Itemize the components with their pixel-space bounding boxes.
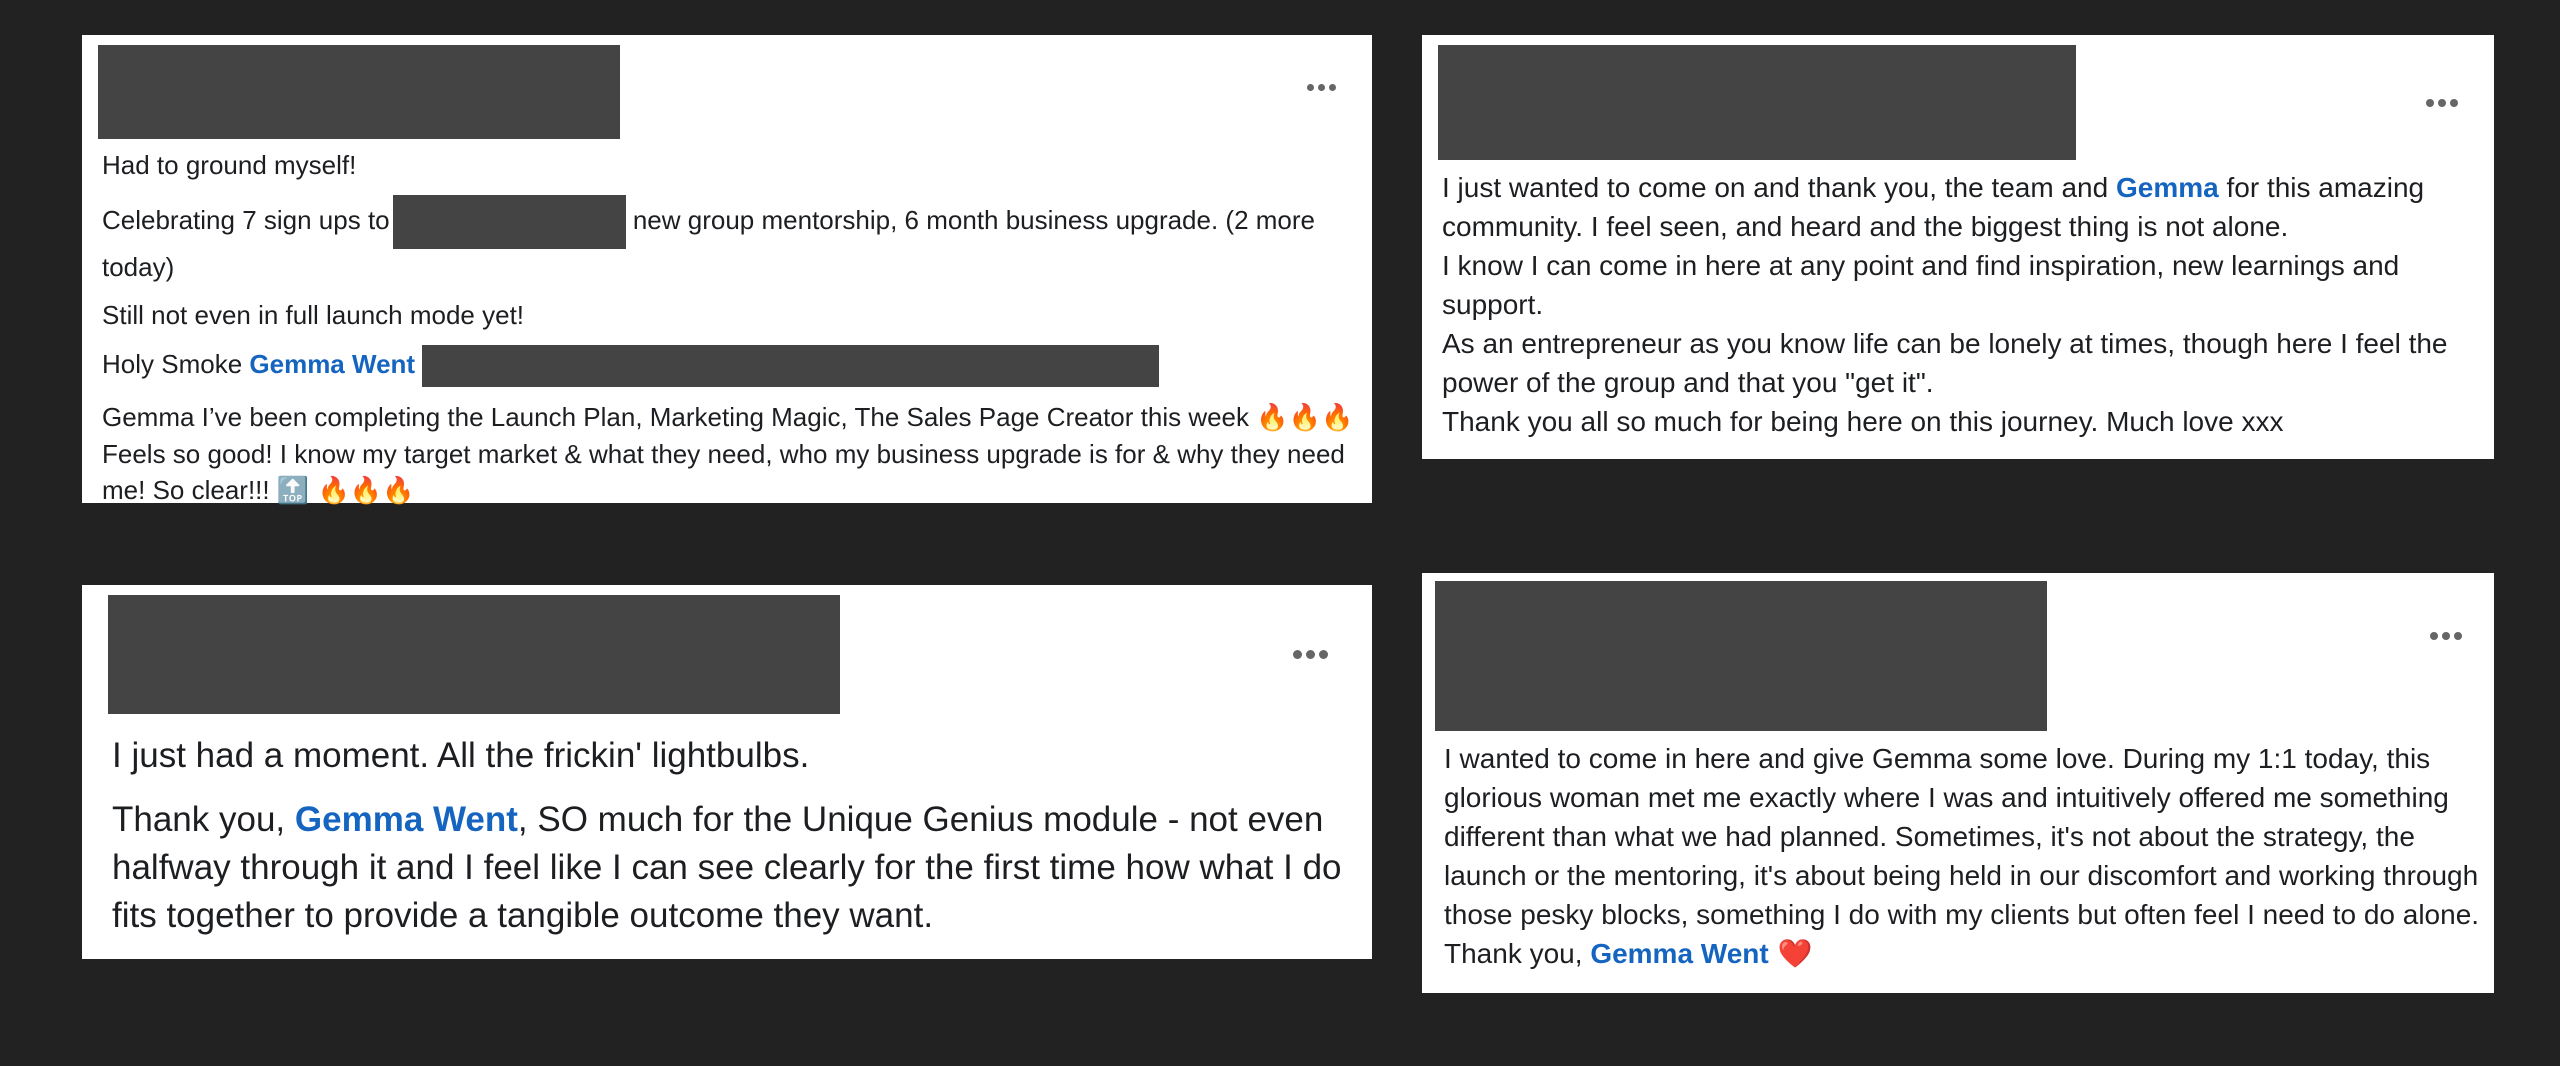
more-options-icon[interactable] xyxy=(2426,99,2458,107)
post-paragraph: As an entrepreneur as you know life can … xyxy=(1442,328,2448,398)
post-paragraph: Gemma I’ve been completing the Launch Pl… xyxy=(102,399,1362,509)
post-paragraph: I wanted to come in here and give Gemma … xyxy=(1444,739,2484,973)
post-paragraph: Thank you, Gemma Went, SO much for the U… xyxy=(112,796,1362,940)
mention-link[interactable]: Gemma Went xyxy=(1590,938,1768,969)
post-card-3: I just had a moment. All the frickin' li… xyxy=(82,585,1372,959)
post-paragraph: Thank you all so much for being here on … xyxy=(1442,406,2284,437)
post-paragraph: I just had a moment. All the frickin' li… xyxy=(112,736,810,775)
redacted-author-header xyxy=(1438,45,2076,160)
post-body: I just had a moment. All the frickin' li… xyxy=(112,732,1362,956)
post-card-1: Had to ground myself! Celebrating 7 sign… xyxy=(82,35,1372,506)
redacted-author-header xyxy=(98,45,620,139)
post-paragraph: Holy Smoke Gemma Went xyxy=(102,345,1362,387)
more-options-icon[interactable] xyxy=(1293,650,1328,659)
post-paragraph: Celebrating 7 sign ups to new group ment… xyxy=(102,195,1362,285)
post-paragraph: I know I can come in here at any point a… xyxy=(1442,250,2400,320)
mention-link[interactable]: Gemma Went xyxy=(295,800,518,839)
post-paragraph: Had to ground myself! xyxy=(102,150,357,180)
mention-link[interactable]: Gemma xyxy=(2116,172,2219,203)
post-text: Thank you, xyxy=(112,800,295,839)
post-paragraph: I just wanted to come on and thank you, … xyxy=(1442,168,2487,246)
post-card-4: I wanted to come in here and give Gemma … xyxy=(1422,573,2494,993)
mention-link[interactable]: Gemma Went xyxy=(249,349,415,379)
post-text: Holy Smoke xyxy=(102,348,250,379)
post-text: I just wanted to come on and thank you, … xyxy=(1442,172,2116,203)
post-text: Celebrating 7 sign ups to xyxy=(102,204,390,235)
more-options-icon[interactable] xyxy=(1307,84,1336,91)
top-fire-emoji: 🔝 🔥🔥🔥 xyxy=(276,476,415,506)
redacted-author-header xyxy=(108,595,840,714)
post-body: Had to ground myself! Celebrating 7 sign… xyxy=(102,147,1362,521)
redacted-author-header xyxy=(1435,581,2047,731)
post-paragraph: Still not even in full launch mode yet! xyxy=(102,300,525,330)
fire-emoji: 🔥🔥🔥 xyxy=(1256,403,1354,433)
post-body: I wanted to come in here and give Gemma … xyxy=(1444,739,2484,973)
heart-emoji: ❤️ xyxy=(1768,937,1813,970)
redacted-text xyxy=(422,345,1160,387)
post-text: Gemma I’ve been completing the Launch Pl… xyxy=(102,402,1257,432)
redacted-program-name xyxy=(392,195,626,249)
post-text: I wanted to come in here and give Gemma … xyxy=(1444,743,2480,969)
post-card-2: I just wanted to come on and thank you, … xyxy=(1422,35,2494,459)
more-options-icon[interactable] xyxy=(2430,632,2462,640)
post-body: I just wanted to come on and thank you, … xyxy=(1442,168,2487,441)
